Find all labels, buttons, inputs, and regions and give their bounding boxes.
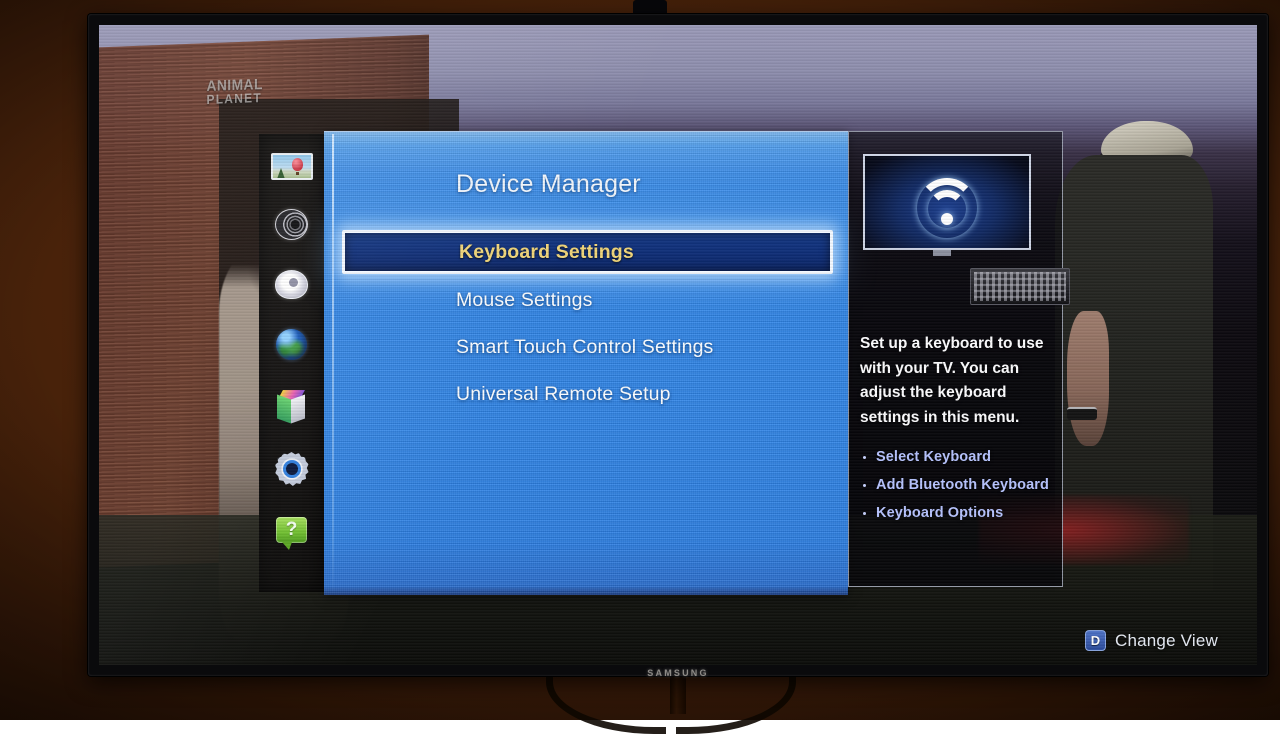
tv-stand-neck (670, 674, 686, 714)
menu-item-mouse-settings[interactable]: Mouse Settings (332, 277, 842, 324)
keyboard-icon (970, 268, 1070, 305)
list-item: Select Keyboard (861, 448, 1061, 467)
settings-icon-rail: ? (259, 134, 324, 592)
sidebar-item-broadcast[interactable] (259, 256, 324, 312)
gear-icon (275, 452, 309, 486)
device-manager-panel: Device Manager Keyboard Settings Mouse S… (324, 131, 848, 595)
tv-screen: ANIMAL PLANET (99, 25, 1257, 665)
wifi-illustration-stand (933, 250, 951, 256)
menu-item-label: Smart Touch Control Settings (456, 336, 713, 359)
tv-stand-leg-left (546, 676, 666, 734)
sidebar-item-network[interactable] (259, 316, 324, 372)
menu-item-label: Universal Remote Setup (456, 383, 671, 406)
help-info-panel: Set up a keyboard to use with your TV. Y… (848, 131, 1063, 587)
list-item: Add Bluetooth Keyboard (861, 476, 1061, 495)
cube-icon (277, 390, 307, 424)
menu-item-label: Mouse Settings (456, 289, 593, 312)
device-manager-menu-list: Keyboard Settings Mouse Settings Smart T… (332, 230, 842, 418)
wifi-icon (914, 177, 980, 227)
sidebar-item-sound[interactable] (259, 196, 324, 252)
change-view-hint[interactable]: D Change View (1085, 630, 1218, 651)
sidebar-item-picture[interactable] (259, 138, 324, 194)
page-title: Device Manager (456, 170, 641, 199)
video-person-watch (1067, 407, 1097, 420)
menu-item-keyboard-settings[interactable]: Keyboard Settings (342, 230, 833, 274)
sidebar-item-support[interactable]: ? (259, 502, 324, 558)
sidebar-item-system[interactable] (259, 441, 324, 497)
key-badge-d: D (1085, 630, 1106, 651)
channel-watermark: ANIMAL PLANET (206, 78, 262, 106)
tv-stand-leg-right (676, 676, 796, 734)
sidebar-item-smart-hub[interactable] (259, 379, 324, 435)
menu-item-universal-remote-setup[interactable]: Universal Remote Setup (332, 371, 842, 418)
channel-watermark-line2: PLANET (206, 91, 262, 106)
tv-brand-logo: SAMSUNG (647, 668, 708, 678)
menu-item-smart-touch-control-settings[interactable]: Smart Touch Control Settings (332, 324, 842, 371)
speaker-icon (275, 209, 308, 240)
list-item: Keyboard Options (861, 504, 1061, 523)
help-bubble-icon: ? (276, 517, 307, 543)
globe-icon (276, 329, 307, 360)
television-set: SAMSUNG ANIMAL PLANET (88, 14, 1268, 676)
change-view-label: Change View (1115, 631, 1218, 651)
video-person-arm (1067, 311, 1109, 446)
help-bullet-list: Select Keyboard Add Bluetooth Keyboard K… (861, 448, 1061, 532)
picture-icon (271, 153, 313, 180)
help-description: Set up a keyboard to use with your TV. Y… (860, 332, 1058, 430)
wifi-illustration (863, 154, 1031, 250)
satellite-dish-icon (275, 270, 308, 299)
menu-item-label: Keyboard Settings (459, 241, 634, 264)
